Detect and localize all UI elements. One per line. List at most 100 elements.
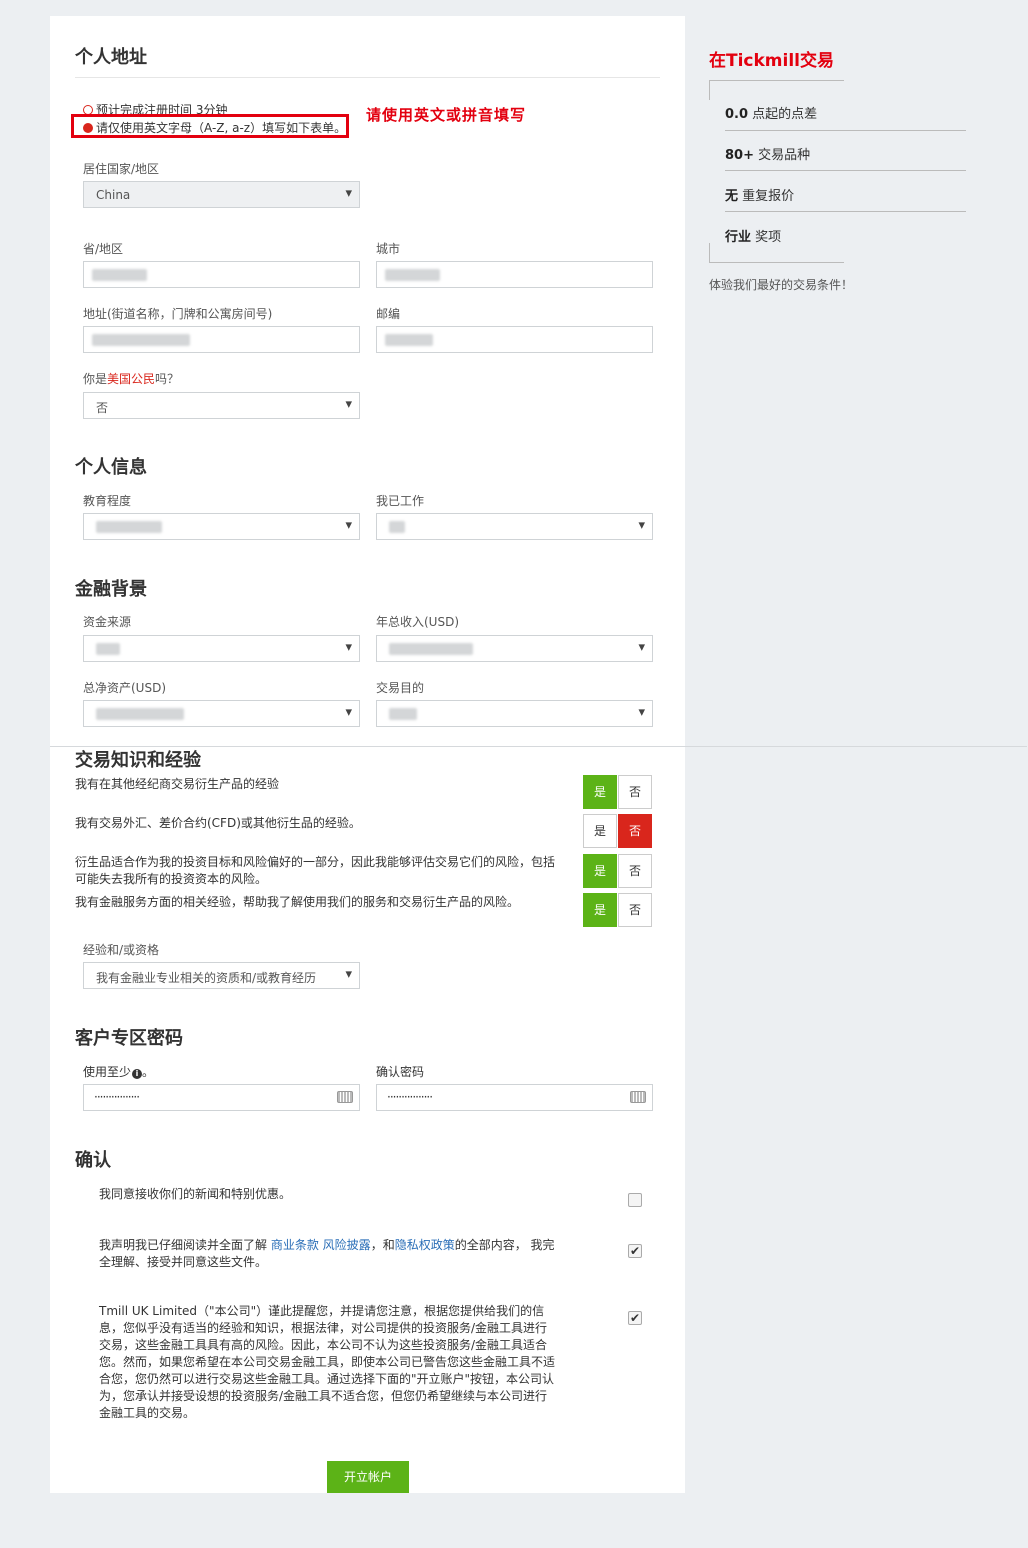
qualification-label: 经验和/或资格 xyxy=(83,943,160,957)
password-label-text: 使用至少 xyxy=(83,1065,132,1079)
question-2-text: 我有交易外汇、差价合约(CFD)或其他衍生品的经验。 xyxy=(75,816,361,830)
consent-risk-warning-checkbox[interactable]: ✔ xyxy=(628,1311,642,1325)
keyboard-icon[interactable] xyxy=(337,1091,353,1103)
redacted-value xyxy=(389,521,405,533)
redacted-value xyxy=(96,643,120,655)
zip-input[interactable] xyxy=(376,326,653,353)
sidebar-divider xyxy=(709,262,844,263)
question-1-text: 我有在其他经纪商交易衍生产品的经验 xyxy=(75,777,280,791)
consent-terms-text: 我声明我已仔细阅读并全面了解 商业条款 风险披露，和隐私权政策的全部内容， 我完… xyxy=(99,1237,559,1271)
consent-newsletter-checkbox[interactable] xyxy=(628,1193,642,1207)
consent-terms-prefix: 我声明我已仔细阅读并全面了解 xyxy=(99,1238,271,1252)
us-citizen-label: 你是美国公民吗？ xyxy=(83,370,179,387)
sidebar-footer: 体验我们最好的交易条件！ xyxy=(709,278,854,292)
question-3-no-button[interactable]: 否 xyxy=(618,854,652,888)
risk-disclosure-link[interactable]: 风险披露 xyxy=(323,1238,371,1252)
section-title-address: 个人地址 xyxy=(75,47,147,68)
confirm-password-label: 确认密码 xyxy=(376,1065,425,1079)
question-4-text: 我有金融服务方面的相关经验，帮助我了解使用我们的服务和交易衍生产品的风险。 xyxy=(75,895,520,909)
networth-select[interactable] xyxy=(83,700,360,727)
section-divider xyxy=(75,77,660,78)
section-title-password: 客户专区密码 xyxy=(75,1028,183,1049)
us-citizen-select[interactable]: 否 xyxy=(83,392,360,419)
employment-select[interactable] xyxy=(376,513,653,540)
employment-label: 我已工作 xyxy=(376,494,425,508)
confirm-password-mask: ················ xyxy=(387,1090,433,1104)
zip-label: 邮编 xyxy=(376,307,401,321)
sidebar-divider xyxy=(725,170,966,171)
redacted-value xyxy=(96,521,162,533)
question-1-no-button[interactable]: 否 xyxy=(618,775,652,809)
address-label: 地址(街道名称，门牌和公寓房间号) xyxy=(83,307,273,321)
province-input[interactable] xyxy=(83,261,360,288)
sidebar-item-bold: 行业 xyxy=(725,230,752,245)
consent-terms-checkbox[interactable]: ✔ xyxy=(628,1244,642,1258)
section-title-financial: 金融背景 xyxy=(75,579,147,600)
keyboard-icon[interactable] xyxy=(630,1091,646,1103)
sidebar-divider xyxy=(709,80,710,100)
sidebar-item-spread: 0.0 点起的点差 xyxy=(725,103,817,122)
consent-newsletter-text: 我同意接收你们的新闻和特别优惠。 xyxy=(99,1187,292,1201)
confirm-password-input[interactable]: ················ xyxy=(376,1084,653,1111)
income-select[interactable] xyxy=(376,635,653,662)
sidebar-divider xyxy=(709,80,844,81)
annotation-box xyxy=(71,114,349,138)
education-label: 教育程度 xyxy=(83,494,132,508)
sidebar-item-requotes: 无 重复报价 xyxy=(725,185,794,204)
education-select[interactable] xyxy=(83,513,360,540)
password-label: 使用至少 i。 xyxy=(83,1063,154,1080)
redacted-value xyxy=(385,269,440,281)
us-citizen-suffix: 吗？ xyxy=(155,372,180,386)
sidebar-divider xyxy=(725,130,966,131)
sidebar-item-instruments: 80+ 交易品种 xyxy=(725,144,810,163)
purpose-select[interactable] xyxy=(376,700,653,727)
section-title-personal: 个人信息 xyxy=(75,457,147,478)
redacted-value xyxy=(92,269,147,281)
consent-risk-warning-text: Tmill UK Limited（"本公司"）谨此提醒您，并提请您注意，根据您提… xyxy=(99,1304,556,1420)
city-label: 城市 xyxy=(376,242,401,256)
sidebar-item-text: 奖项 xyxy=(751,230,782,245)
us-citizen-highlight: 美国公民 xyxy=(107,372,156,386)
address-input[interactable] xyxy=(83,326,360,353)
password-mask: ················ xyxy=(94,1090,140,1104)
sidebar-divider xyxy=(725,211,966,212)
question-4-yes-button[interactable]: 是 xyxy=(583,893,617,927)
sidebar-item-bold: 无 xyxy=(725,189,739,204)
country-label: 居住国家/地区 xyxy=(83,162,160,176)
redacted-value xyxy=(389,708,417,720)
redacted-value xyxy=(389,643,473,655)
password-input[interactable]: ················ xyxy=(83,1084,360,1111)
question-2-yes-button[interactable]: 是 xyxy=(583,814,617,848)
question-2-no-button[interactable]: 否 xyxy=(618,814,652,848)
question-3-yes-button[interactable]: 是 xyxy=(583,854,617,888)
section-title-knowledge: 交易知识和经验 xyxy=(75,750,201,771)
us-citizen-prefix: 你是 xyxy=(83,372,108,386)
password-label-suffix: 。 xyxy=(142,1065,155,1079)
country-select[interactable]: China xyxy=(83,181,360,208)
income-label: 年总收入(USD) xyxy=(376,615,460,629)
networth-label: 总净资产(USD) xyxy=(83,681,167,695)
question-4-no-button[interactable]: 否 xyxy=(618,893,652,927)
privacy-policy-link[interactable]: 隐私权政策 xyxy=(395,1238,455,1252)
sidebar-title: 在Tickmill交易 xyxy=(709,51,835,71)
question-3-text: 衍生品适合作为我的投资目标和风险偏好的一部分，因此我能够评估交易它们的风险，包括… xyxy=(75,855,556,886)
question-1-yes-button[interactable]: 是 xyxy=(583,775,617,809)
fund-source-select[interactable] xyxy=(83,635,360,662)
sidebar-item-text: 交易品种 xyxy=(753,148,811,163)
purpose-label: 交易目的 xyxy=(376,681,425,695)
business-terms-link[interactable]: 商业条款 xyxy=(271,1238,319,1252)
qualification-select[interactable]: 我有金融业专业相关的资质和/或教育经历 xyxy=(83,962,360,989)
sidebar-item-awards: 行业 奖项 xyxy=(725,226,781,245)
country-value: China xyxy=(96,188,131,202)
sidebar-item-bold: 80+ xyxy=(725,148,754,163)
info-icon[interactable]: i xyxy=(132,1069,143,1079)
open-account-button[interactable]: 开立帐户 xyxy=(327,1461,409,1493)
province-label: 省/地区 xyxy=(83,242,124,256)
redacted-value xyxy=(96,708,184,720)
redacted-value xyxy=(385,334,433,346)
city-input[interactable] xyxy=(376,261,653,288)
sidebar-item-text: 点起的点差 xyxy=(748,107,818,122)
qualification-value: 我有金融业专业相关的资质和/或教育经历 xyxy=(96,971,317,985)
section-title-confirm: 确认 xyxy=(75,1150,111,1171)
redacted-value xyxy=(92,334,190,346)
